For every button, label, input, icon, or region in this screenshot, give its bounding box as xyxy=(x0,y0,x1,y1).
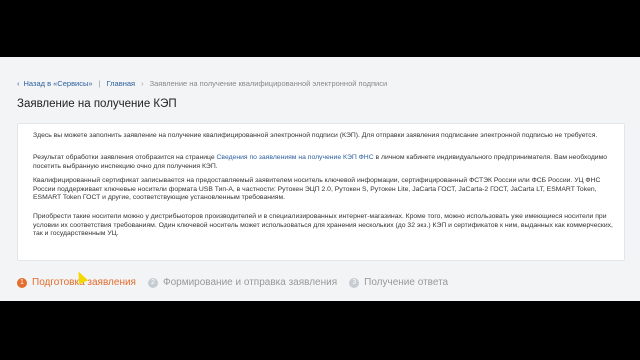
step-label: Формирование и отправка заявления xyxy=(162,277,338,288)
step-number: 2 xyxy=(147,277,158,288)
step-response[interactable]: 3 Получение ответа xyxy=(349,277,448,288)
result-text-start: Результат обработки заявления отобразитс… xyxy=(33,154,217,161)
back-link-label: Назад в «Сервисы» xyxy=(23,79,93,88)
step-number: 3 xyxy=(349,277,360,288)
step-number: 1 xyxy=(17,277,27,288)
chevron-right-icon: › xyxy=(141,79,144,88)
info-paragraph-certificate: Квалифицированный сертификат записываетс… xyxy=(33,177,601,202)
info-paragraph-media: Приобрести такие носители можно у дистри… xyxy=(33,213,613,238)
breadcrumb-current: Заявление на получение квалифицированной… xyxy=(149,79,388,88)
applications-link[interactable]: Сведения по заявлениям на получение КЭП … xyxy=(217,154,374,161)
page-title: Заявление на получение КЭП xyxy=(17,98,177,110)
back-link[interactable]: ‹ Назад в «Сервисы» xyxy=(17,79,93,88)
step-label: Получение ответа xyxy=(364,277,449,288)
breadcrumb: ‹ Назад в «Сервисы» | Главная › Заявлени… xyxy=(17,79,387,88)
info-card: Здесь вы можете заполнить заявление на п… xyxy=(17,123,625,261)
breadcrumb-separator: | xyxy=(98,79,101,88)
step-submission[interactable]: 2 Формирование и отправка заявления xyxy=(147,277,338,288)
chevron-left-icon: ‹ xyxy=(17,79,20,88)
breadcrumb-home[interactable]: Главная xyxy=(107,79,136,88)
info-paragraph-result: Результат обработки заявления отобразитс… xyxy=(33,154,613,171)
info-paragraph-intro: Здесь вы можете заполнить заявление на п… xyxy=(33,132,598,139)
browser-viewport: ‹ Назад в «Сервисы» | Главная › Заявлени… xyxy=(0,57,640,301)
